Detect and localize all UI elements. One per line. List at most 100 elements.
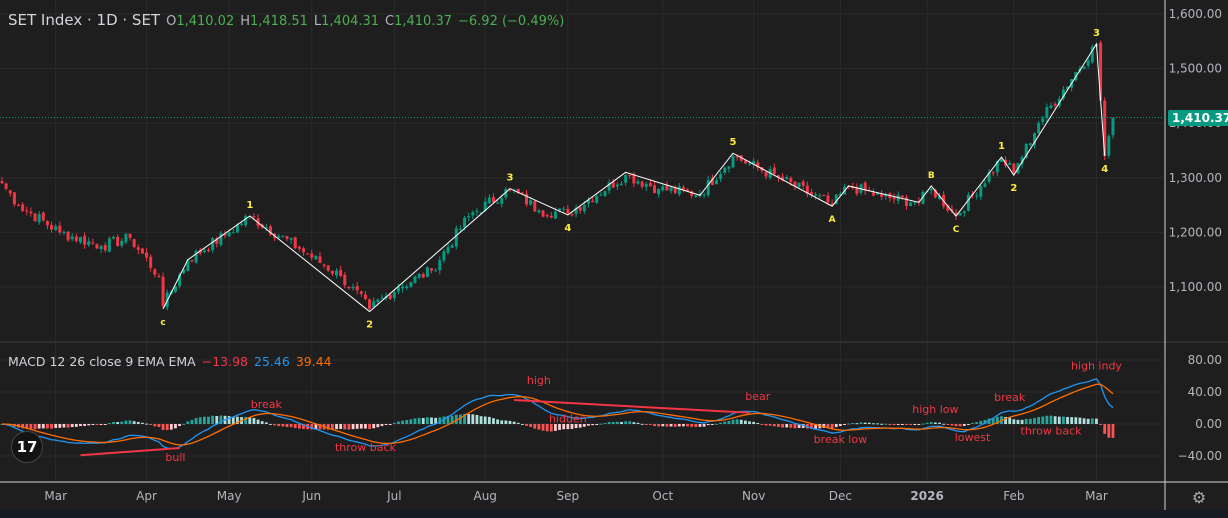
macd-histogram-bar bbox=[87, 424, 91, 426]
symbol-title[interactable]: SET Index · 1D · SET bbox=[8, 11, 160, 29]
macd-histogram-bar bbox=[120, 421, 124, 424]
macd-histogram-bar bbox=[979, 420, 983, 424]
candle-body bbox=[285, 236, 289, 239]
macd-histogram-bar bbox=[211, 415, 215, 424]
macd-histogram-bar bbox=[33, 424, 37, 430]
macd-histogram-bar bbox=[417, 417, 421, 424]
macd-histogram-bar bbox=[723, 421, 727, 424]
macd-histogram-bar bbox=[1053, 416, 1057, 424]
macd-histogram-bar bbox=[190, 419, 194, 424]
open-value: 1,410.02 bbox=[176, 14, 235, 29]
macd-histogram-bar bbox=[182, 423, 186, 425]
candle-body bbox=[644, 183, 648, 187]
macd-histogram-bar bbox=[735, 419, 739, 424]
candle-body bbox=[913, 202, 917, 204]
macd-histogram-bar bbox=[1107, 424, 1111, 438]
candle-body bbox=[553, 211, 557, 219]
candle-body bbox=[772, 167, 776, 174]
candle-body bbox=[12, 192, 16, 205]
macd-histogram-bar bbox=[1090, 418, 1094, 424]
macd-histogram-bar bbox=[260, 421, 264, 424]
macd-signal-value: 39.44 bbox=[295, 354, 332, 369]
macd-histogram-bar bbox=[289, 424, 293, 428]
macd-histogram-bar bbox=[351, 424, 355, 430]
candle-body bbox=[301, 248, 305, 253]
candle-body bbox=[363, 294, 367, 300]
macd-histogram-bar bbox=[504, 420, 508, 424]
candle-body bbox=[487, 197, 491, 204]
candle-body bbox=[190, 260, 194, 262]
candle-body bbox=[136, 247, 140, 250]
macd-histogram-bar bbox=[74, 424, 78, 427]
candle-body bbox=[0, 181, 4, 184]
macd-histogram-bar bbox=[145, 423, 148, 425]
macd-histogram-bar bbox=[91, 424, 95, 425]
macd-histogram-bar bbox=[500, 420, 504, 424]
candle-body bbox=[83, 235, 87, 245]
macd-title[interactable]: MACD 12 26 close 9 EMA EMA bbox=[8, 354, 196, 369]
macd-histogram-bar bbox=[141, 422, 144, 424]
macd-histogram-bar bbox=[785, 424, 789, 428]
candle-body bbox=[8, 190, 12, 194]
candle-body bbox=[310, 253, 314, 258]
macd-histogram-bar bbox=[512, 421, 516, 424]
candle-body bbox=[58, 225, 62, 233]
macd-histogram-bar bbox=[475, 415, 479, 424]
candle-body bbox=[107, 238, 111, 252]
macd-histogram-bar bbox=[368, 424, 371, 430]
macd-histogram-bar bbox=[867, 422, 871, 424]
macd-histogram-bar bbox=[665, 424, 669, 427]
candle-body bbox=[227, 232, 231, 237]
wave-label: 5 bbox=[730, 137, 737, 148]
settings-gear-icon[interactable]: ⚙ bbox=[1190, 488, 1208, 507]
time-tick-label: 2026 bbox=[910, 489, 943, 503]
macd-histogram-bar bbox=[384, 424, 388, 425]
chart-canvas[interactable]: 1,600.001,500.001,400.001,300.001,200.00… bbox=[0, 0, 1228, 518]
macd-histogram-bar bbox=[136, 421, 140, 424]
candle-body bbox=[351, 286, 355, 289]
candle-body bbox=[595, 195, 599, 203]
candle-body bbox=[814, 194, 818, 196]
candle-body bbox=[578, 207, 582, 211]
macd-histogram-bar bbox=[178, 424, 181, 427]
macd-histogram-bar bbox=[1082, 418, 1086, 424]
macd-histogram-bar bbox=[649, 424, 652, 426]
symbol-legend: SET Index · 1D · SET O1,410.02 H1,418.51… bbox=[8, 11, 564, 29]
macd-histogram-bar bbox=[938, 422, 941, 424]
macd-histogram-bar bbox=[425, 417, 429, 424]
time-tick-label: Aug bbox=[473, 489, 496, 503]
candle-body bbox=[991, 172, 995, 174]
macd-histogram-bar bbox=[516, 422, 520, 424]
tradingview-logo[interactable]: 17 bbox=[11, 431, 43, 463]
macd-histogram-bar bbox=[917, 424, 921, 425]
candle-body bbox=[153, 269, 157, 275]
macd-histogram-bar bbox=[946, 424, 950, 425]
macd-histogram-bar bbox=[661, 424, 665, 427]
candle-body bbox=[983, 183, 987, 187]
macd-histogram-bar bbox=[153, 424, 157, 427]
candle-body bbox=[66, 231, 70, 241]
candle-body bbox=[1008, 162, 1012, 165]
macd-histogram-bar bbox=[1037, 417, 1041, 424]
candle-body bbox=[430, 268, 434, 271]
candle-body bbox=[54, 226, 58, 231]
candle-body bbox=[1037, 123, 1041, 134]
macd-histogram-bar bbox=[116, 422, 120, 424]
candle-body bbox=[801, 181, 805, 186]
macd-histogram-bar bbox=[252, 417, 256, 424]
macd-histogram-bar bbox=[112, 421, 115, 424]
candle-body bbox=[297, 246, 301, 249]
candle-body bbox=[694, 195, 698, 198]
macd-histogram-bar bbox=[884, 423, 888, 425]
candle-body bbox=[1107, 136, 1111, 156]
candle-body bbox=[681, 187, 685, 190]
macd-histogram-bar bbox=[487, 416, 491, 424]
candle-body bbox=[541, 210, 545, 217]
wave-label: 3 bbox=[1093, 28, 1100, 39]
macd-histogram-bar bbox=[620, 421, 623, 424]
candle-body bbox=[4, 183, 8, 189]
candle-body bbox=[727, 166, 731, 169]
candle-body bbox=[128, 233, 132, 238]
macd-histogram-bar bbox=[50, 424, 53, 429]
macd-histogram-bar bbox=[851, 422, 855, 424]
